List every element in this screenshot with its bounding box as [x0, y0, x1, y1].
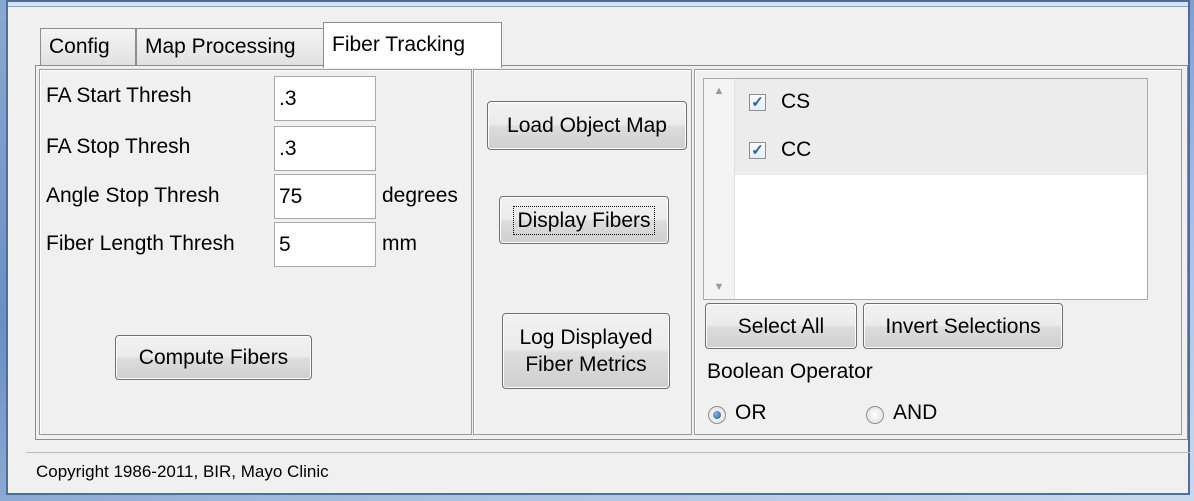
fa-start-thresh-label: FA Start Thresh — [46, 84, 192, 107]
fiber-tracking-panel: FA Start Thresh FA Stop Thresh Angle Sto… — [35, 65, 1188, 440]
fa-start-thresh-input[interactable] — [274, 76, 376, 121]
tab-label: Config — [49, 35, 110, 58]
fiber-length-thresh-input[interactable] — [274, 222, 376, 267]
window-top-edge — [8, 2, 1188, 7]
list-item[interactable]: ✓ CS — [735, 79, 1147, 127]
log-metrics-label-line2: Fiber Metrics — [525, 353, 647, 376]
or-radio[interactable] — [708, 406, 726, 424]
copyright-text: Copyright 1986-2011, BIR, Mayo Clinic — [36, 462, 329, 481]
list-item[interactable]: ✓ CC — [735, 127, 1147, 175]
and-radio[interactable] — [866, 406, 884, 424]
fa-stop-thresh-label: FA Stop Thresh — [46, 135, 191, 158]
cc-label: CC — [781, 138, 812, 161]
fiber-length-thresh-label: Fiber Length Thresh — [46, 232, 235, 255]
cc-checkbox[interactable]: ✓ — [749, 142, 766, 159]
tab-label: Map Processing — [145, 35, 296, 58]
actions-group: Load Object Map Display Fibers Log Displ… — [473, 69, 692, 435]
cs-checkbox[interactable]: ✓ — [749, 94, 766, 111]
object-list: ▲ ▼ ✓ CS ✓ CC — [703, 78, 1148, 300]
list-scrollbar[interactable]: ▲ ▼ — [704, 79, 735, 299]
cs-label: CS — [781, 90, 811, 113]
log-metrics-label-line1: Log Displayed — [519, 326, 653, 349]
main-window: Config Map Processing Fiber Tracking FA … — [6, 0, 1190, 495]
tab-fiber-tracking[interactable]: Fiber Tracking — [323, 22, 502, 68]
scroll-up-icon[interactable]: ▲ — [704, 85, 734, 97]
thresholds-group: FA Start Thresh FA Stop Thresh Angle Sto… — [39, 69, 472, 435]
compute-fibers-button[interactable]: Compute Fibers — [115, 335, 312, 380]
angle-stop-thresh-label: Angle Stop Thresh — [46, 184, 220, 207]
scroll-down-icon[interactable]: ▼ — [704, 281, 734, 293]
invert-selections-button[interactable]: Invert Selections — [863, 303, 1063, 349]
status-bar: Copyright 1986-2011, BIR, Mayo Clinic — [26, 452, 1190, 490]
angle-stop-thresh-input[interactable] — [274, 174, 376, 219]
display-fibers-label: Display Fibers — [513, 205, 655, 235]
or-radio-label: OR — [735, 401, 767, 424]
load-object-map-button[interactable]: Load Object Map — [487, 101, 687, 150]
and-radio-label: AND — [893, 401, 938, 424]
select-all-button[interactable]: Select All — [705, 303, 857, 349]
log-metrics-button[interactable]: Log Displayed Fiber Metrics — [502, 313, 670, 389]
tab-map-processing[interactable]: Map Processing — [136, 28, 325, 67]
objects-group: ▲ ▼ ✓ CS ✓ CC Select All Invert Selectio… — [694, 69, 1182, 435]
fa-stop-thresh-input[interactable] — [274, 126, 376, 171]
length-unit-label: mm — [382, 232, 417, 255]
display-fibers-button[interactable]: Display Fibers — [499, 196, 669, 244]
tab-config[interactable]: Config — [40, 28, 136, 67]
boolean-operator-label: Boolean Operator — [707, 360, 873, 383]
angle-unit-label: degrees — [382, 184, 458, 207]
tab-label: Fiber Tracking — [332, 33, 466, 56]
